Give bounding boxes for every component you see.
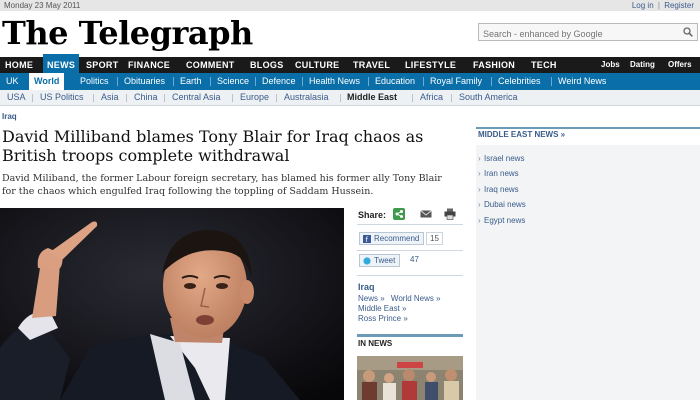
related-link-middle-east[interactable]: Middle East » bbox=[358, 304, 406, 314]
nav-tech[interactable]: TECH bbox=[531, 57, 557, 73]
register-link[interactable]: Register bbox=[664, 1, 694, 10]
account-links-separator: | bbox=[657, 1, 660, 10]
related-links-row-1: News » World News » bbox=[358, 294, 441, 304]
article-photo-image bbox=[0, 208, 344, 400]
sidebar-title[interactable]: MIDDLE EAST NEWS » bbox=[476, 127, 700, 141]
section-education[interactable]: Education bbox=[375, 73, 415, 90]
region-central-asia[interactable]: Central Asia bbox=[172, 90, 221, 105]
nav-culture[interactable]: CULTURE bbox=[295, 57, 339, 73]
section-uk[interactable]: UK bbox=[6, 73, 19, 90]
region-europe[interactable]: Europe bbox=[240, 90, 269, 105]
in-news-thumbnail[interactable] bbox=[357, 356, 463, 400]
search-box bbox=[478, 23, 698, 42]
search-input[interactable] bbox=[479, 26, 675, 42]
twitter-icon bbox=[363, 257, 371, 265]
search-icon[interactable] bbox=[683, 27, 693, 37]
region-africa[interactable]: Africa bbox=[420, 90, 443, 105]
in-news-title: IN NEWS bbox=[358, 339, 393, 348]
login-link[interactable]: Log in bbox=[632, 1, 654, 10]
middle-east-news-sidebar: MIDDLE EAST NEWS » Israel news Iran news… bbox=[476, 127, 700, 400]
article-standfirst: David Miliband, the former Labour foreig… bbox=[2, 173, 442, 197]
region-usa[interactable]: USA bbox=[7, 90, 26, 105]
article-headline: David Milliband blames Tony Blair for Ir… bbox=[2, 127, 424, 165]
tweet-button[interactable]: Tweet bbox=[359, 254, 401, 267]
facebook-recommend-button[interactable]: f Recommend bbox=[359, 232, 425, 245]
section-weird-news[interactable]: Weird News bbox=[558, 73, 606, 90]
account-links: Log in | Register bbox=[632, 0, 694, 11]
section-nav: UK World Politics Obituaries Earth Scien… bbox=[0, 73, 700, 90]
section-politics[interactable]: Politics bbox=[80, 73, 109, 90]
region-nav: USA US Politics Asia China Central Asia … bbox=[0, 90, 700, 106]
share-icon[interactable] bbox=[393, 208, 405, 220]
related-link-world-news[interactable]: World News » bbox=[391, 294, 441, 303]
section-defence[interactable]: Defence bbox=[262, 73, 296, 90]
site-logo[interactable]: The Telegraph bbox=[2, 14, 253, 52]
nav-blogs[interactable]: BLOGS bbox=[250, 57, 284, 73]
facebook-recommend-label: Recommend bbox=[374, 234, 420, 243]
region-middle-east[interactable]: Middle East bbox=[347, 90, 397, 105]
recommend-count: 15 bbox=[426, 232, 443, 245]
section-royal-family[interactable]: Royal Family bbox=[430, 73, 482, 90]
section-obituaries[interactable]: Obituaries bbox=[124, 73, 165, 90]
sidebar-links-box: Israel news Iran news Iraq news Dubai ne… bbox=[476, 145, 700, 400]
region-china[interactable]: China bbox=[134, 90, 158, 105]
nav-fashion[interactable]: FASHION bbox=[473, 57, 515, 73]
section-earth[interactable]: Earth bbox=[180, 73, 202, 90]
tweet-count: 47 bbox=[410, 255, 419, 264]
nav-comment[interactable]: COMMENT bbox=[186, 57, 235, 73]
nav-lifestyle[interactable]: LIFESTYLE bbox=[405, 57, 456, 73]
in-news-rule bbox=[357, 334, 463, 337]
email-icon[interactable] bbox=[420, 208, 432, 220]
article-photo bbox=[0, 208, 344, 400]
section-science[interactable]: Science bbox=[217, 73, 249, 90]
in-news-image bbox=[357, 356, 463, 400]
nav-sport[interactable]: SPORT bbox=[86, 57, 119, 73]
main-nav: HOME NEWS SPORT FINANCE COMMENT BLOGS CU… bbox=[0, 54, 700, 73]
masthead: The Telegraph bbox=[0, 11, 700, 55]
section-world[interactable]: World bbox=[29, 73, 65, 90]
section-health-news[interactable]: Health News bbox=[309, 73, 360, 90]
tweet-label: Tweet bbox=[374, 256, 396, 265]
nav-news[interactable]: NEWS bbox=[43, 54, 80, 73]
region-asia[interactable]: Asia bbox=[101, 90, 119, 105]
sidebar-link-iraq-news[interactable]: Iraq news bbox=[478, 185, 519, 194]
share-label: Share: bbox=[358, 210, 387, 220]
sidebar-link-iran-news[interactable]: Iran news bbox=[478, 169, 519, 178]
region-australasia[interactable]: Australasia bbox=[284, 90, 329, 105]
nav-finance[interactable]: FINANCE bbox=[128, 57, 170, 73]
facebook-icon: f bbox=[363, 235, 371, 243]
related-link-ross-prince[interactable]: Ross Prince » bbox=[358, 314, 408, 324]
print-icon[interactable] bbox=[444, 208, 456, 220]
top-utility-bar: Monday 23 May 2011 Log in | Register bbox=[0, 0, 700, 11]
nav-home[interactable]: HOME bbox=[5, 57, 33, 73]
sidebar-link-israel-news[interactable]: Israel news bbox=[478, 154, 525, 163]
nav-dating[interactable]: Dating bbox=[630, 57, 655, 73]
nav-jobs[interactable]: Jobs bbox=[601, 57, 620, 73]
section-celebrities[interactable]: Celebrities bbox=[498, 73, 541, 90]
breadcrumb[interactable]: Iraq bbox=[2, 112, 17, 121]
region-south-america[interactable]: South America bbox=[459, 90, 518, 105]
sidebar-link-dubai-news[interactable]: Dubai news bbox=[478, 200, 526, 209]
sidebar-link-egypt-news[interactable]: Egypt news bbox=[478, 216, 525, 225]
related-link-news[interactable]: News » bbox=[358, 294, 385, 303]
related-topic-title[interactable]: Iraq bbox=[358, 282, 375, 292]
current-date: Monday 23 May 2011 bbox=[4, 1, 81, 10]
region-us-politics[interactable]: US Politics bbox=[40, 90, 84, 105]
nav-travel[interactable]: TRAVEL bbox=[353, 57, 390, 73]
nav-offers[interactable]: Offers bbox=[668, 57, 692, 73]
